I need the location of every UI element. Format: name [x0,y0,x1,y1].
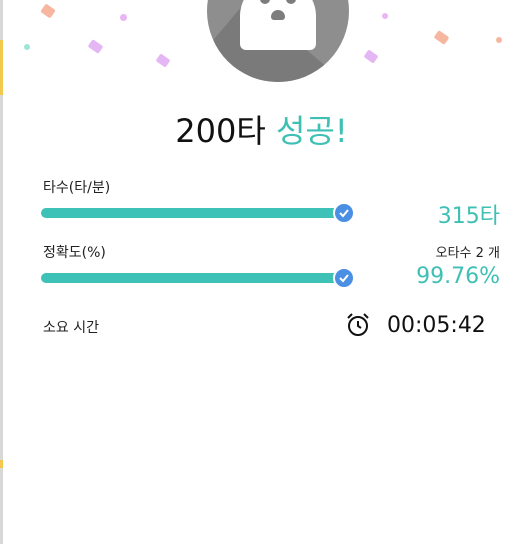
accuracy-value: 99.76% [416,264,500,289]
background-accent-stripe [0,40,3,95]
time-label: 소요 시간 [43,320,99,336]
accuracy-progress-bar [41,273,341,283]
ghost-avatar-icon [207,0,349,82]
confetti-piece [433,30,450,45]
alarm-clock-icon [345,312,371,342]
confetti-piece [120,14,127,21]
accuracy-label: 정확도(%) [43,245,106,261]
confetti-piece [40,3,56,19]
confetti-piece [155,53,171,68]
confetti-piece [87,39,104,54]
speed-value: 315타 [437,204,500,229]
speed-progress-bar [41,208,341,218]
time-value: 00:05:42 [387,313,486,338]
confetti-piece [382,13,388,19]
result-title-main: 200타 [175,112,266,150]
confetti-piece [363,49,379,64]
typo-count: 오타수 2 개 [435,246,500,261]
check-circle-icon [333,202,355,224]
result-title-status: 성공! [275,112,348,150]
result-title: 200타 성공! [0,106,523,152]
speed-label: 타수(타/분) [43,180,111,196]
confetti-piece [496,37,502,43]
check-circle-icon [333,267,355,289]
confetti-piece [24,44,30,50]
background-accent-stripe [0,460,3,468]
